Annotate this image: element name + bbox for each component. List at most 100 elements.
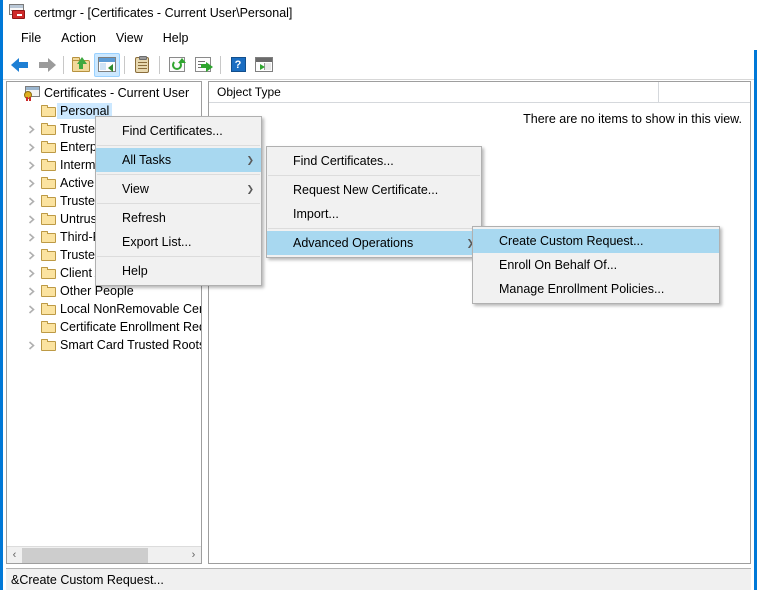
submenu-item-find-certificates[interactable]: Find Certificates... bbox=[267, 149, 481, 173]
toolbar-separator bbox=[124, 55, 125, 74]
chevron-right-icon[interactable] bbox=[23, 120, 39, 138]
toolbar-back-button[interactable] bbox=[7, 53, 33, 77]
tree-item-local-nonremovable-certificates[interactable]: Local NonRemovable Certificates bbox=[7, 300, 201, 318]
chevron-right-icon[interactable] bbox=[23, 264, 39, 282]
tree-horizontal-scrollbar[interactable]: ‹ › bbox=[7, 546, 201, 563]
chevron-right-icon[interactable] bbox=[23, 228, 39, 246]
scrollbar-track[interactable] bbox=[22, 547, 186, 563]
tree-item-smart-card-trusted-roots[interactable]: Smart Card Trusted Roots bbox=[7, 336, 201, 354]
chevron-right-icon[interactable] bbox=[23, 210, 39, 228]
menu-separator bbox=[268, 175, 480, 176]
tree-twisty-none bbox=[23, 102, 39, 120]
menu-separator bbox=[97, 256, 260, 257]
menubar-item-help[interactable]: Help bbox=[153, 28, 199, 48]
toolbar-separator bbox=[220, 55, 221, 74]
folder-icon bbox=[39, 246, 57, 264]
folder-icon bbox=[39, 210, 57, 228]
toolbar-action-pane-button[interactable] bbox=[251, 53, 277, 77]
menu-item-label: Create Custom Request... bbox=[499, 234, 644, 248]
menu-item-refresh[interactable]: Refresh bbox=[96, 206, 261, 230]
chevron-right-icon[interactable] bbox=[23, 336, 39, 354]
folder-icon bbox=[39, 318, 57, 336]
menu-item-label: Help bbox=[122, 264, 148, 278]
certificate-store-icon bbox=[23, 84, 41, 102]
chevron-right-icon[interactable] bbox=[23, 138, 39, 156]
folder-icon bbox=[39, 336, 57, 354]
help-icon: ? bbox=[230, 57, 246, 72]
menu-separator bbox=[97, 174, 260, 175]
menu-item-label: Refresh bbox=[122, 211, 166, 225]
window-title: certmgr - [Certificates - Current User\P… bbox=[34, 6, 293, 20]
list-column-header: Object Type bbox=[209, 82, 750, 103]
column-header-object-type[interactable]: Object Type bbox=[209, 82, 659, 102]
submenu-item-manage-enrollment-policies[interactable]: Manage Enrollment Policies... bbox=[473, 277, 719, 301]
properties-icon bbox=[135, 55, 149, 73]
back-arrow-icon bbox=[10, 57, 30, 72]
menu-item-export-list[interactable]: Export List... bbox=[96, 230, 261, 254]
folder-icon bbox=[39, 300, 57, 318]
folder-icon bbox=[39, 264, 57, 282]
menu-item-label: View bbox=[122, 182, 149, 196]
toolbar-forward-button[interactable] bbox=[33, 53, 59, 77]
forward-arrow-icon bbox=[37, 57, 56, 72]
toolbar-refresh-button[interactable] bbox=[164, 53, 190, 77]
tree-twisty-none bbox=[7, 84, 23, 102]
folder-icon bbox=[39, 102, 57, 120]
status-bar: &Create Custom Request... bbox=[6, 568, 751, 590]
menubar-item-action[interactable]: Action bbox=[51, 28, 106, 48]
tree-item-certificate-enrollment-requests[interactable]: Certificate Enrollment Requests bbox=[7, 318, 201, 336]
menu-item-label: Manage Enrollment Policies... bbox=[499, 282, 665, 296]
submenu-item-import[interactable]: Import... bbox=[267, 202, 481, 226]
export-list-icon bbox=[195, 57, 213, 72]
menu-separator bbox=[97, 203, 260, 204]
submenu-item-enroll-on-behalf-of[interactable]: Enroll On Behalf Of... bbox=[473, 253, 719, 277]
status-bar-text: &Create Custom Request... bbox=[11, 572, 164, 587]
menu-item-view[interactable]: View ❯ bbox=[96, 177, 261, 201]
toolbar-up-one-level-button[interactable] bbox=[68, 53, 94, 77]
chevron-right-icon[interactable] bbox=[23, 246, 39, 264]
toolbar-separator bbox=[63, 55, 64, 74]
up-one-level-icon bbox=[72, 57, 90, 72]
chevron-right-icon[interactable] bbox=[23, 156, 39, 174]
list-empty-message: There are no items to show in this view. bbox=[523, 112, 742, 126]
menu-item-help[interactable]: Help bbox=[96, 259, 261, 283]
scrollbar-thumb[interactable] bbox=[22, 547, 148, 563]
menubar-item-view[interactable]: View bbox=[106, 28, 153, 48]
menu-item-all-tasks[interactable]: All Tasks ❯ bbox=[96, 148, 261, 172]
tree-root-certificates-current-user[interactable]: Certificates - Current User bbox=[7, 84, 201, 102]
tree-root-label: Certificates - Current User bbox=[44, 86, 190, 100]
folder-icon bbox=[39, 228, 57, 246]
tree-twisty-none bbox=[23, 318, 39, 336]
toolbar-separator bbox=[159, 55, 160, 74]
certmgr-window: certmgr - [Certificates - Current User\P… bbox=[0, 0, 757, 590]
menu-item-label: Advanced Operations bbox=[293, 236, 414, 250]
toolbar-show-hide-tree-button[interactable] bbox=[94, 52, 120, 77]
refresh-icon bbox=[169, 57, 186, 72]
folder-icon bbox=[39, 174, 57, 192]
menu-bar: File Action View Help bbox=[3, 26, 757, 50]
menu-item-label: Find Certificates... bbox=[122, 124, 223, 138]
scroll-left-button[interactable]: ‹ bbox=[7, 548, 22, 563]
chevron-right-icon[interactable] bbox=[23, 282, 39, 300]
submenu-item-create-custom-request[interactable]: Create Custom Request... bbox=[473, 229, 719, 253]
chevron-right-icon: ❯ bbox=[246, 155, 254, 165]
chevron-right-icon[interactable] bbox=[23, 174, 39, 192]
menubar-item-file[interactable]: File bbox=[11, 28, 51, 48]
chevron-right-icon[interactable] bbox=[23, 300, 39, 318]
menu-item-label: Export List... bbox=[122, 235, 192, 249]
personal-context-menu: Find Certificates... All Tasks ❯ View ❯ … bbox=[95, 116, 262, 286]
scroll-right-button[interactable]: › bbox=[186, 548, 201, 563]
advanced-operations-submenu: Create Custom Request... Enroll On Behal… bbox=[472, 226, 720, 304]
certmgr-icon bbox=[9, 4, 27, 22]
folder-icon bbox=[39, 120, 57, 138]
title-bar: certmgr - [Certificates - Current User\P… bbox=[3, 0, 757, 26]
toolbar-export-list-button[interactable] bbox=[190, 53, 216, 77]
tree-item-label: Local NonRemovable Certificates bbox=[60, 302, 202, 316]
submenu-item-advanced-operations[interactable]: Advanced Operations ❯ bbox=[267, 231, 481, 255]
chevron-right-icon[interactable] bbox=[23, 192, 39, 210]
menu-item-find-certificates[interactable]: Find Certificates... bbox=[96, 119, 261, 143]
toolbar-help-button[interactable]: ? bbox=[225, 53, 251, 77]
submenu-item-request-new-certificate[interactable]: Request New Certificate... bbox=[267, 178, 481, 202]
menu-separator bbox=[97, 145, 260, 146]
toolbar-properties-button[interactable] bbox=[129, 53, 155, 77]
